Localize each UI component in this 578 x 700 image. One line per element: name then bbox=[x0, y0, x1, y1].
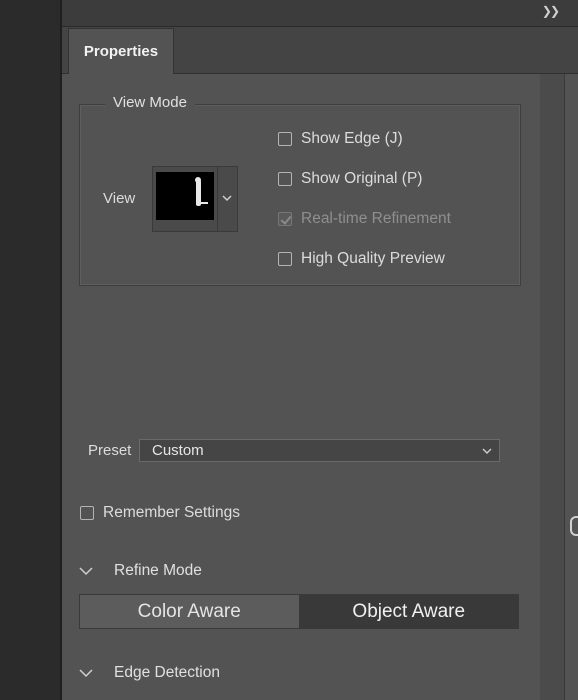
preset-value: Custom bbox=[152, 442, 204, 459]
tab-properties[interactable]: Properties bbox=[68, 28, 174, 74]
tab-bar: Properties bbox=[62, 27, 578, 74]
refine-mode-title: Refine Mode bbox=[114, 562, 202, 579]
drag-handle-icon[interactable] bbox=[570, 516, 578, 536]
thumbnail-figure-base bbox=[200, 202, 208, 204]
show-original-checkbox-row[interactable]: Show Original (P) bbox=[278, 170, 422, 188]
color-aware-button[interactable]: Color Aware bbox=[80, 595, 299, 628]
chevron-down-icon bbox=[482, 448, 492, 454]
canvas-edge bbox=[564, 74, 578, 700]
realtime-refinement-label: Real-time Refinement bbox=[301, 210, 451, 227]
show-original-checkbox[interactable] bbox=[278, 172, 292, 186]
scrollbar-track[interactable] bbox=[540, 74, 564, 700]
show-edge-checkbox[interactable] bbox=[278, 132, 292, 146]
refine-mode-segmented-control[interactable]: Color Aware Object Aware bbox=[79, 594, 519, 629]
chevron-down-icon[interactable] bbox=[78, 668, 94, 678]
object-aware-button[interactable]: Object Aware bbox=[298, 595, 518, 628]
panel-divider[interactable] bbox=[60, 0, 62, 700]
remember-settings-row[interactable]: Remember Settings bbox=[80, 504, 240, 522]
chevron-down-icon[interactable] bbox=[220, 191, 234, 205]
preset-dropdown[interactable]: Custom bbox=[139, 439, 500, 462]
show-original-label: Show Original (P) bbox=[301, 170, 423, 187]
edge-detection-header[interactable]: Edge Detection bbox=[78, 664, 220, 682]
remember-settings-checkbox[interactable] bbox=[80, 506, 94, 520]
view-mode-legend: View Mode bbox=[105, 94, 195, 111]
edge-detection-title: Edge Detection bbox=[114, 664, 220, 681]
chevron-down-icon[interactable] bbox=[78, 566, 94, 576]
view-label: View bbox=[103, 190, 136, 207]
double-chevron-right-icon[interactable]: ❯❯ bbox=[542, 4, 560, 18]
refine-mode-header[interactable]: Refine Mode bbox=[78, 562, 202, 580]
remember-settings-label: Remember Settings bbox=[103, 504, 240, 521]
realtime-refinement-checkbox bbox=[278, 212, 292, 226]
panel-title-bar: ❯❯ bbox=[62, 0, 578, 27]
show-edge-checkbox-row[interactable]: Show Edge (J) bbox=[278, 130, 403, 148]
high-quality-preview-checkbox-row[interactable]: High Quality Preview bbox=[278, 250, 445, 268]
view-thumbnail bbox=[156, 172, 214, 220]
show-edge-label: Show Edge (J) bbox=[301, 130, 403, 147]
preset-label: Preset bbox=[88, 442, 132, 459]
left-dock-strip bbox=[0, 0, 60, 700]
realtime-refinement-checkbox-row: Real-time Refinement bbox=[278, 210, 451, 228]
view-mode-picker[interactable] bbox=[152, 166, 238, 232]
picker-separator bbox=[217, 167, 218, 231]
high-quality-preview-checkbox[interactable] bbox=[278, 252, 292, 266]
high-quality-preview-label: High Quality Preview bbox=[301, 250, 445, 267]
